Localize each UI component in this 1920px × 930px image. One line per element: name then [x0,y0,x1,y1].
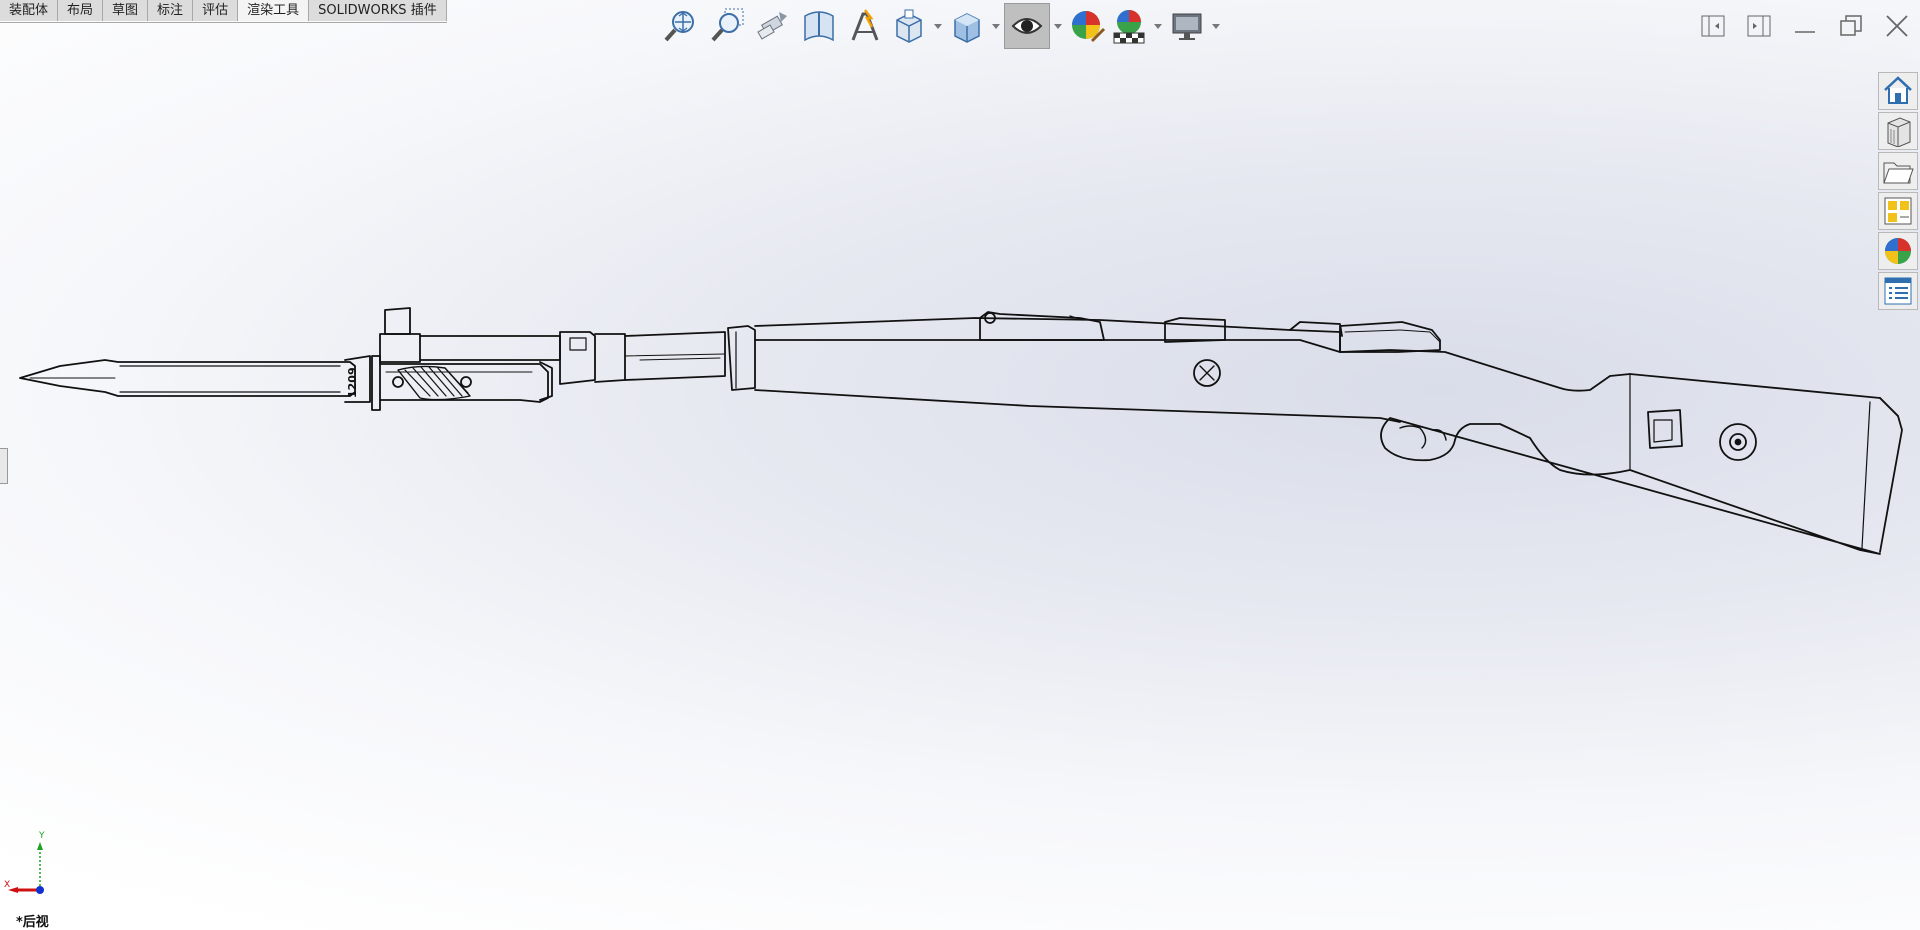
hide-show-items-icon[interactable] [1004,3,1050,49]
apply-scene-dropdown[interactable] [1150,3,1166,49]
command-manager-tabs: 装配体 布局 草图 标注 评估 渲染工具 SOLIDWORKS 插件 [0,0,447,23]
edit-appearance-icon[interactable] [1066,3,1108,49]
restore-icon[interactable] [1828,6,1874,46]
tab-markup[interactable]: 标注 [148,0,194,21]
view-orientation-label: *后视 [16,915,49,930]
rifle-model[interactable]: 1209 [0,290,1920,570]
close-icon[interactable] [1874,6,1920,46]
tab-solidworks-addins[interactable]: SOLIDWORKS 插件 [309,0,447,21]
graphics-area[interactable]: 装配体 布局 草图 标注 评估 渲染工具 SOLIDWORKS 插件 1209 … [0,0,1920,930]
tab-render-tools[interactable]: 渲染工具 [238,0,310,21]
design-library-icon[interactable] [1878,112,1918,150]
view-palette-icon[interactable] [1878,192,1918,230]
section-view-icon[interactable] [796,3,842,49]
triad-x-label: X [4,880,10,890]
display-style-icon[interactable] [946,3,988,49]
zoom-to-area-icon[interactable] [704,3,750,49]
view-orientation-dropdown[interactable] [930,3,946,49]
hide-show-dropdown[interactable] [1050,3,1066,49]
task-pane [1876,72,1920,312]
window-controls [1690,6,1920,46]
tab-sketch[interactable]: 草图 [103,0,149,21]
solidworks-resources-icon[interactable] [1878,72,1918,110]
view-settings-dropdown[interactable] [1208,3,1224,49]
dynamic-annotation-icon[interactable] [842,3,888,49]
tile-right-icon[interactable] [1736,6,1782,46]
previous-view-icon[interactable] [750,3,796,49]
heads-up-view-toolbar [658,2,1224,50]
display-style-dropdown[interactable] [988,3,1004,49]
tab-assembly[interactable]: 装配体 [0,0,59,21]
zoom-to-fit-icon[interactable] [658,3,704,49]
tab-evaluate[interactable]: 评估 [193,0,239,21]
bayonet-marking: 1209 [346,367,359,398]
reference-triad: Y X [4,831,45,894]
file-explorer-icon[interactable] [1878,152,1918,190]
tile-left-icon[interactable] [1690,6,1736,46]
view-orientation-icon[interactable] [888,3,930,49]
minimize-icon[interactable] [1782,6,1828,46]
triad-y-label: Y [38,831,45,841]
apply-scene-icon[interactable] [1108,3,1150,49]
view-settings-icon[interactable] [1166,3,1208,49]
tab-layout[interactable]: 布局 [58,0,104,21]
appearances-scenes-decals-icon[interactable] [1878,232,1918,270]
